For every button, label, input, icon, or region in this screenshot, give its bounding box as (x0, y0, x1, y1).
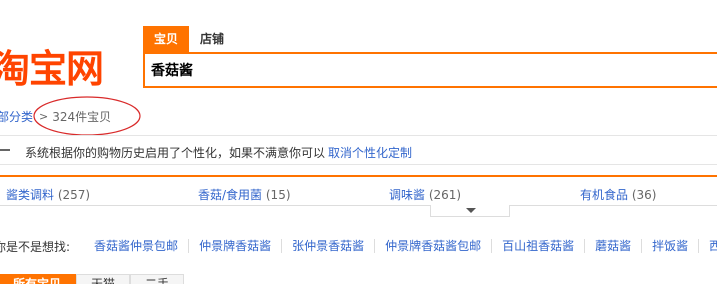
cancel-personalization-link[interactable]: 取消个性化定制 (328, 144, 412, 161)
category-count: (15) (265, 188, 291, 202)
category-name: 香菇/食用菌 (198, 188, 263, 202)
minus-icon (0, 149, 10, 151)
category-name: 调味酱 (389, 188, 426, 202)
search-type-tabs: 宝贝 店铺 (143, 26, 235, 52)
suggestion-link[interactable]: 西 (699, 239, 717, 253)
category-count: (36) (631, 188, 657, 202)
search-input[interactable] (145, 54, 717, 86)
chevron-right-icon: > (39, 109, 49, 123)
suggestion-link[interactable]: 仲景牌香菇酱 (189, 239, 283, 253)
tab-shops[interactable]: 店铺 (189, 26, 235, 52)
caret-down-icon (466, 208, 476, 213)
expand-categories-button[interactable] (430, 205, 510, 217)
suggestion-link[interactable]: 仲景牌香菇酱包邮 (375, 239, 493, 253)
category-item[interactable]: 酱类调料 (257) (6, 186, 90, 203)
personalization-notice: 系统根据你的购物历史启用了个性化，如果不满意你可以 取消个性化定制 (0, 135, 717, 165)
category-item[interactable]: 调味酱 (261) (389, 186, 461, 203)
search-box (143, 52, 717, 88)
category-name: 酱类调料 (6, 188, 55, 202)
tab-items[interactable]: 宝贝 (143, 26, 190, 52)
breadcrumb-all-categories[interactable]: 部分类 (0, 108, 33, 125)
sort-tabs: 所有宝贝 天猫 二手 (0, 274, 185, 284)
related-searches-label: 你是不是想找: (0, 239, 71, 254)
result-count: 324件宝贝 (52, 109, 112, 124)
suggestion-link[interactable]: 蘑菇酱 (585, 239, 643, 253)
tab-tmall[interactable]: 天猫 (76, 274, 131, 284)
category-count: (257) (57, 188, 91, 202)
category-count: (261) (428, 188, 462, 202)
breadcrumb: 部分类 > 324件宝贝 (0, 108, 112, 125)
tab-secondhand[interactable]: 二手 (130, 274, 185, 284)
taobao-logo[interactable]: 淘宝网 (0, 44, 104, 94)
category-item[interactable]: 有机食品 (36) (580, 186, 656, 203)
suggestion-link[interactable]: 百山祖香菇酱 (492, 239, 586, 253)
category-filter-bar: 酱类调料 (257) 香菇/食用菌 (15) 调味酱 (261) 有机食品 (3… (0, 175, 717, 206)
related-searches: 你是不是想找: 香菇酱仲景包邮 仲景牌香菇酱 张仲景香菇酱 仲景牌香菇酱包邮 百… (0, 237, 717, 255)
tab-all-items[interactable]: 所有宝贝 (0, 274, 77, 284)
suggestion-link[interactable]: 张仲景香菇酱 (282, 239, 376, 253)
suggestion-link[interactable]: 拌饭酱 (642, 239, 700, 253)
category-name: 有机食品 (580, 188, 629, 202)
notice-text: 系统根据你的购物历史启用了个性化，如果不满意你可以 (25, 146, 326, 160)
suggestion-link[interactable]: 香菇酱仲景包邮 (84, 239, 190, 253)
category-item[interactable]: 香菇/食用菌 (15) (198, 186, 291, 203)
